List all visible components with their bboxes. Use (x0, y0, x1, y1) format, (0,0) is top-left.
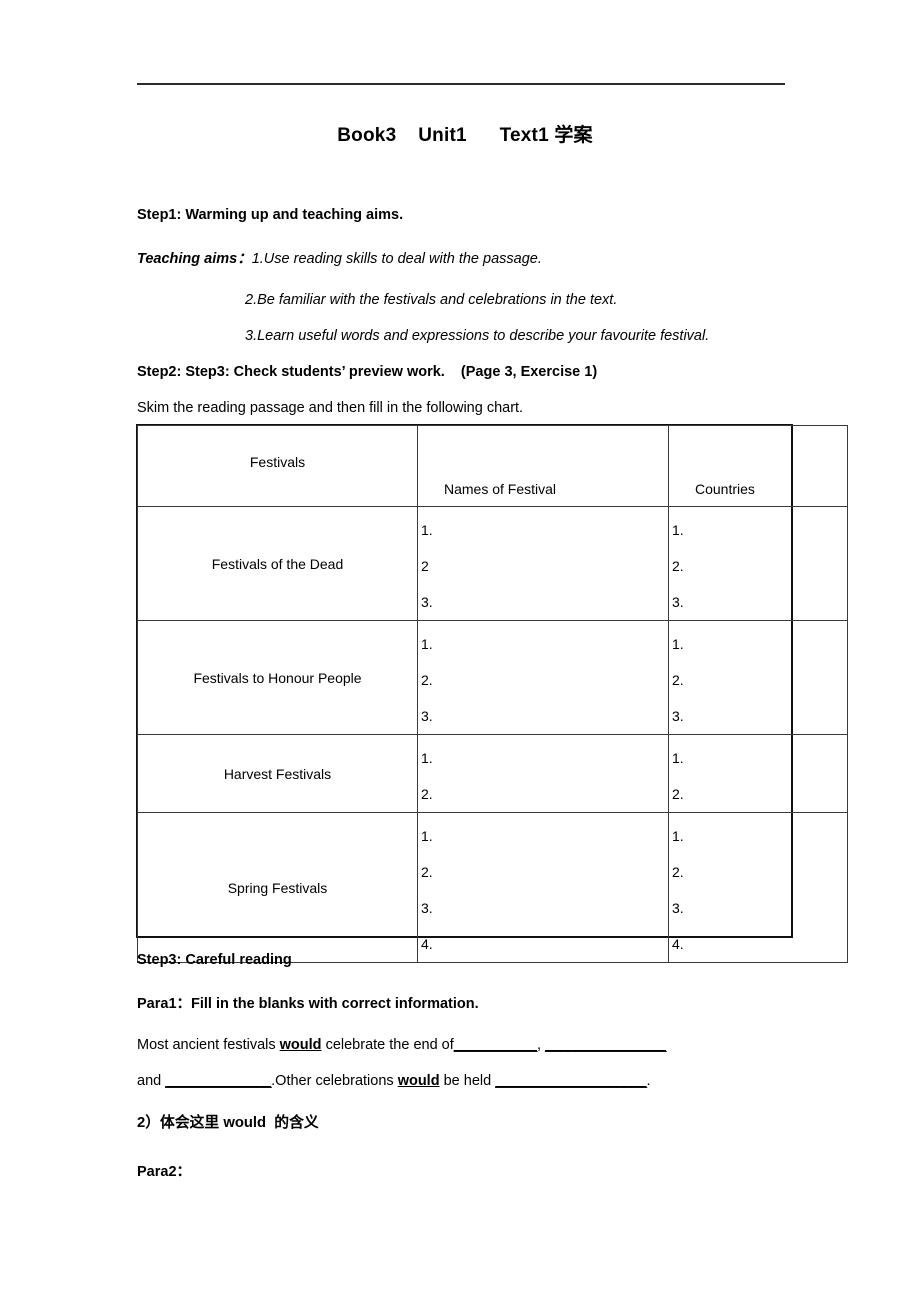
skim-instruction: Skim the reading passage and then fill i… (137, 400, 524, 416)
list-item: 1. (672, 636, 684, 652)
row-countries-cell[interactable]: 1. 2. (668, 734, 848, 813)
fill-text-2a: and (137, 1073, 166, 1089)
fill-in-line-2: and ______________.Other celebrations wo… (137, 1072, 651, 1090)
row-names-cell[interactable]: 1. 2. (417, 734, 669, 813)
item2-heading: 2）体会这里 would 的含义 (137, 1115, 319, 1131)
list-item: 4. (672, 936, 684, 952)
list-item: 2. (672, 786, 684, 802)
row-countries-cell[interactable]: 1. 2. 3. (668, 620, 848, 735)
teaching-aims-colon: ： (237, 251, 252, 267)
fill-text-2b: .Other celebrations (271, 1073, 398, 1089)
step2-heading: Step2: Step3: Check students’ preview wo… (137, 364, 598, 380)
para1-heading: Para1：Fill in the blanks with correct in… (137, 996, 479, 1012)
list-item: 3. (672, 900, 684, 916)
list-item: 1. (672, 522, 684, 538)
table-header-row: Festivals Names of Festival Countries (137, 425, 848, 507)
teaching-aims-line: Teaching aims：1.Use reading skills to de… (137, 250, 542, 268)
festivals-chart: Festivals Names of Festival Countries Fe… (137, 425, 848, 963)
list-item: 2. (421, 786, 433, 802)
list-item: 1. (421, 636, 433, 652)
row-label-festivals-to-honour-people: Festivals to Honour People (137, 620, 418, 735)
list-item: 1. (421, 828, 433, 844)
header-rule (137, 83, 785, 85)
list-item: 1. (421, 522, 433, 538)
row-label-spring-festivals: Spring Festivals (137, 812, 418, 963)
teaching-aims-label: Teaching aims (137, 251, 238, 267)
list-item: 2. (421, 864, 433, 880)
fill-period-2: . (646, 1073, 651, 1089)
step1-heading: Step1: Warming up and teaching aims. (137, 207, 404, 223)
row-label-harvest-festivals: Harvest Festivals (137, 734, 418, 813)
table-row: Festivals to Honour People 1. 2. 3. 1. 2… (137, 620, 848, 735)
fill-text-1a: Most ancient festivals (137, 1037, 280, 1053)
blank-field[interactable]: ____________________ (495, 1073, 647, 1089)
row-names-cell[interactable]: 1. 2 3. (417, 506, 669, 621)
column-header-countries: Countries (668, 425, 848, 507)
list-item: 3. (421, 708, 433, 724)
page-title: Book3 Unit1 Text1 学案 (337, 125, 593, 146)
list-item: 3. (421, 594, 433, 610)
fill-text-2c: be held (439, 1073, 496, 1089)
row-names-cell[interactable]: 1. 2. 3. 4. (417, 812, 669, 963)
teaching-aim-3: 3.Learn useful words and expressions to … (245, 328, 710, 344)
para2-heading: Para2： (137, 1164, 192, 1180)
list-item: 1. (421, 750, 433, 766)
list-item: 3. (421, 900, 433, 916)
list-item: 4. (421, 936, 433, 952)
list-item: 2. (672, 558, 684, 574)
column-header-festivals: Festivals (137, 425, 418, 507)
row-countries-cell[interactable]: 1. 2. 3. 4. (668, 812, 848, 963)
list-item: 1. (672, 828, 684, 844)
list-item: 1. (672, 750, 684, 766)
list-item: 2 (421, 558, 429, 574)
keyword-would: would (279, 1037, 322, 1053)
fill-comma-1: , (536, 1037, 546, 1053)
fill-text-1b: celebrate the end of (321, 1037, 454, 1053)
list-item: 2. (672, 864, 684, 880)
column-header-names: Names of Festival (417, 425, 669, 507)
table-row: Spring Festivals 1. 2. 3. 4. 1. 2. 3. 4. (137, 812, 848, 963)
blank-field[interactable]: ________________ (545, 1037, 667, 1053)
row-names-cell[interactable]: 1. 2. 3. (417, 620, 669, 735)
list-item: 2. (672, 672, 684, 688)
table-row: Festivals of the Dead 1. 2 3. 1. 2. 3. (137, 506, 848, 621)
list-item: 2. (421, 672, 433, 688)
blank-field[interactable]: ___________ (454, 1037, 538, 1053)
blank-field[interactable]: ______________ (165, 1073, 271, 1089)
document-page: Book3 Unit1 Text1 学案 Step1: Warming up a… (0, 0, 920, 1302)
row-countries-cell[interactable]: 1. 2. 3. (668, 506, 848, 621)
keyword-would: would (397, 1073, 440, 1089)
list-item: 3. (672, 594, 684, 610)
table-row: Harvest Festivals 1. 2. 1. 2. (137, 734, 848, 813)
teaching-aim-2: 2.Be familiar with the festivals and cel… (245, 292, 618, 308)
fill-in-line-1: Most ancient festivals would celebrate t… (137, 1036, 667, 1054)
list-item: 3. (672, 708, 684, 724)
row-label-festivals-of-the-dead: Festivals of the Dead (137, 506, 418, 621)
step3-heading: Step3: Careful reading (137, 952, 292, 968)
teaching-aim-1: 1.Use reading skills to deal with the pa… (251, 251, 542, 267)
